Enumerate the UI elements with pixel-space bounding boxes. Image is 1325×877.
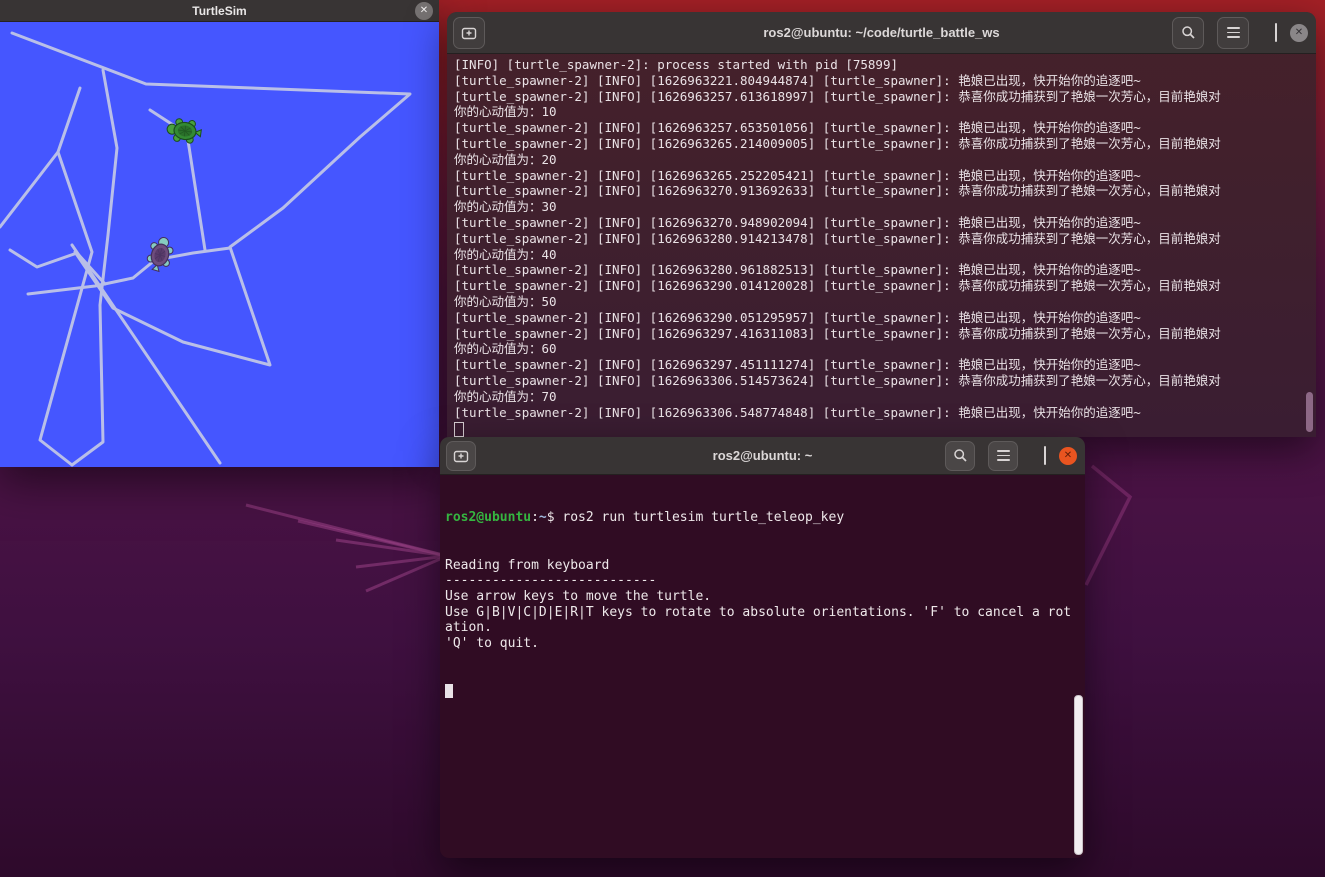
turtlesim-window: TurtleSim ✕ xyxy=(0,0,439,467)
prompt-separator: : xyxy=(531,510,539,525)
terminal-top-scrollbar[interactable] xyxy=(1306,392,1313,432)
terminal-line-11: [turtle_spawner-2] [INFO] [1626963280.91… xyxy=(454,231,1308,247)
terminal-top-maximize-button[interactable] xyxy=(1275,24,1277,42)
terminal-bottom-close-button[interactable]: ✕ xyxy=(1059,447,1077,465)
terminal-top-close-button[interactable]: ✕ xyxy=(1290,24,1308,42)
terminal-line-22: [turtle_spawner-2] [INFO] [1626963306.54… xyxy=(454,405,1308,421)
terminal-line-5: 'Q' to quit. xyxy=(445,636,1077,652)
prompt-path: ~ xyxy=(539,510,547,525)
terminal-bottom-scrollbar[interactable] xyxy=(1074,695,1083,855)
terminal-line-7: [turtle_spawner-2] [INFO] [1626963265.25… xyxy=(454,168,1308,184)
terminal-top-titlebar[interactable]: ros2@ubuntu: ~/code/turtle_battle_ws xyxy=(447,12,1316,54)
terminal-top-menu-button[interactable] xyxy=(1217,17,1249,49)
turtlesim-background xyxy=(0,22,439,467)
wallpaper-ray xyxy=(298,521,447,556)
terminal-line-3: Use G|B|V|C|D|E|R|T keys to rotate to ab… xyxy=(445,605,1077,621)
turtlesim-close-button[interactable]: ✕ xyxy=(415,2,433,20)
terminal-line-12: 你的心动值为：40 xyxy=(454,247,1308,263)
new-tab-button[interactable] xyxy=(453,17,485,49)
terminal-line-6: 你的心动值为：20 xyxy=(454,152,1308,168)
terminal-line-9: 你的心动值为：30 xyxy=(454,199,1308,215)
terminal-window-teleop: ros2@ubuntu: ~ ✕ xyxy=(440,437,1085,858)
terminal-bottom-titlebar[interactable]: ros2@ubuntu: ~ ✕ xyxy=(440,437,1085,475)
close-icon: ✕ xyxy=(1064,451,1072,461)
terminal-line-3: 你的心动值为：10 xyxy=(454,104,1308,120)
terminal-window-turtle-battle: ros2@ubuntu: ~/code/turtle_battle_ws xyxy=(447,12,1316,437)
terminal-line-18: 你的心动值为：60 xyxy=(454,341,1308,357)
terminal-line-0: [INFO] [turtle_spawner-2]: process start… xyxy=(454,57,1308,73)
search-icon xyxy=(1181,25,1196,40)
new-tab-icon xyxy=(461,26,477,40)
terminal-line-1: --------------------------- xyxy=(445,573,1077,589)
terminal-bottom-maximize-button[interactable] xyxy=(1044,447,1046,465)
terminal-line-0: Reading from keyboard xyxy=(445,558,1077,574)
terminal-line-17: [turtle_spawner-2] [INFO] [1626963297.41… xyxy=(454,326,1308,342)
terminal-cursor xyxy=(454,422,464,437)
turtlesim-canvas xyxy=(0,22,439,467)
terminal-line-20: [turtle_spawner-2] [INFO] [1626963306.51… xyxy=(454,373,1308,389)
desktop: TurtleSim ✕ ros2@ubuntu: ~/code/turtle_b… xyxy=(0,0,1325,877)
terminal-top-search-button[interactable] xyxy=(1172,17,1204,49)
terminal-line-15: 你的心动值为：50 xyxy=(454,294,1308,310)
terminal-line-5: [turtle_spawner-2] [INFO] [1626963265.21… xyxy=(454,136,1308,152)
terminal-line-16: [turtle_spawner-2] [INFO] [1626963290.05… xyxy=(454,310,1308,326)
close-icon: ✕ xyxy=(420,6,428,16)
prompt-user: ros2@ubuntu xyxy=(445,510,531,525)
terminal-line-8: [turtle_spawner-2] [INFO] [1626963270.91… xyxy=(454,183,1308,199)
turtlesim-titlebar[interactable]: TurtleSim ✕ xyxy=(0,0,439,22)
prompt-command: ros2 run turtlesim turtle_teleop_key xyxy=(562,510,844,525)
search-icon xyxy=(953,448,968,463)
prompt-line: ros2@ubuntu:~$ ros2 run turtlesim turtle… xyxy=(445,510,1077,526)
terminal-line-10: [turtle_spawner-2] [INFO] [1626963270.94… xyxy=(454,215,1308,231)
close-icon: ✕ xyxy=(1295,28,1303,38)
terminal-cursor xyxy=(445,684,453,698)
new-tab-button[interactable] xyxy=(446,441,476,471)
terminal-line-1: [turtle_spawner-2] [INFO] [1626963221.80… xyxy=(454,73,1308,89)
maximize-icon xyxy=(1044,446,1046,465)
terminal-line-2: [turtle_spawner-2] [INFO] [1626963257.61… xyxy=(454,89,1308,105)
wallpaper-chevron xyxy=(1086,466,1130,585)
terminal-top-content[interactable]: [INFO] [turtle_spawner-2]: process start… xyxy=(447,53,1316,437)
terminal-bottom-search-button[interactable] xyxy=(945,441,975,471)
terminal-line-21: 你的心动值为：70 xyxy=(454,389,1308,405)
maximize-icon xyxy=(1275,23,1277,42)
terminal-line-4: ation. xyxy=(445,620,1077,636)
hamburger-menu-icon xyxy=(1227,27,1240,38)
terminal-line-4: [turtle_spawner-2] [INFO] [1626963257.65… xyxy=(454,120,1308,136)
new-tab-icon xyxy=(453,449,469,463)
terminal-line-19: [turtle_spawner-2] [INFO] [1626963297.45… xyxy=(454,357,1308,373)
terminal-line-13: [turtle_spawner-2] [INFO] [1626963280.96… xyxy=(454,262,1308,278)
terminal-line-2: Use arrow keys to move the turtle. xyxy=(445,589,1077,605)
terminal-line-14: [turtle_spawner-2] [INFO] [1626963290.01… xyxy=(454,278,1308,294)
terminal-bottom-menu-button[interactable] xyxy=(988,441,1018,471)
turtlesim-window-title: TurtleSim xyxy=(192,4,246,18)
terminal-bottom-content[interactable]: ros2@ubuntu:~$ ros2 run turtlesim turtle… xyxy=(440,474,1085,858)
hamburger-menu-icon xyxy=(997,450,1010,461)
prompt-dollar: $ xyxy=(547,510,563,525)
